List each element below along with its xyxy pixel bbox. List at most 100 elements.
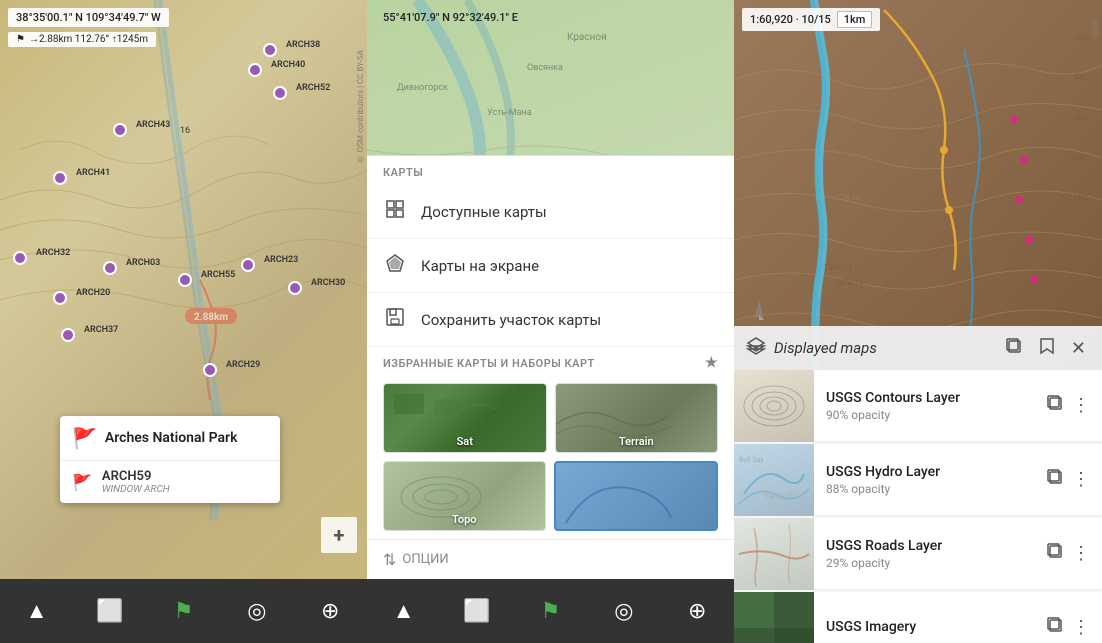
displayed-maps-menu-icon [383,253,407,278]
imagery-actions: ⋮ [1046,616,1102,639]
nav-info-1: ⚑ →2.88km 112.76° ↑1245m [8,32,156,47]
displayed-maps-text: Карты на экране [421,257,539,275]
layer-imagery: USGS Imagery ⋮ [734,592,1102,643]
imagery-copy-icon[interactable] [1046,616,1064,639]
popup-item[interactable]: 🚩 ARCH59 WINDOW ARCH [60,461,280,503]
scale-bar: 1:60,920 · 10/15 1km [742,8,880,31]
options-row[interactable]: ⇅ ОПЦИИ [367,539,734,579]
attribution-1: © OSM contributors | CC BY-SA [356,50,365,163]
panel2-map: Красноя Дивногорск Усть-Мана Овсянка 55°… [367,0,734,643]
toolbar-mountain-btn-1[interactable]: ▲ [17,591,57,631]
header-bookmark-icon[interactable] [1035,333,1059,364]
sat-thumb[interactable]: Sat [383,383,547,453]
maps-section-label: КАРТЫ [367,156,734,185]
options-text: ОПЦИИ [402,552,448,567]
hydro-actions: ⋮ [1046,468,1102,491]
save-area-item[interactable]: Сохранить участок карты [367,293,734,347]
toolbar-map-btn-1[interactable]: ⬜ [90,591,130,631]
roads-copy-icon[interactable] [1046,542,1064,565]
save-area-icon [383,307,407,332]
fav-section-label: ИЗБРАННЫЕ КАРТЫ И НАБОРЫ КАРТ ★ [367,347,734,375]
svg-text:2400: 2400 [1074,74,1090,82]
popup-item-subtitle: WINDOW ARCH [102,484,170,495]
map-thumb-4[interactable] [554,461,719,531]
terrain-thumb[interactable]: Terrain [555,383,719,453]
hydro-info: USGS Hydro Layer 88% opacity [814,464,1046,496]
imagery-more-icon[interactable]: ⋮ [1072,617,1090,638]
layer-contours: USGS Contours Layer 90% opacity ⋮ [734,370,1102,442]
toolbar-compass-btn-1[interactable]: ⊕ [310,591,350,631]
layer-roads: USGS Roads Layer 29% opacity ⋮ [734,518,1102,590]
hydro-opacity: 88% opacity [826,482,1034,496]
header-copy-icon[interactable] [1001,333,1027,364]
coordinates-bar-1: 38°35'00.1" N 109°34'49.7" W [8,8,169,27]
maps-menu-overlay: КАРТЫ Доступные карты Карты на экране [367,155,734,579]
popup-title-text: Arches National Park [105,430,238,446]
roads-thumb [734,518,814,590]
imagery-info: USGS Imagery [814,619,1046,637]
displayed-maps-header: Displayed maps ✕ [734,326,1102,370]
contours-copy-icon[interactable] [1046,394,1064,417]
options-expand-icon: ⇅ [383,550,396,569]
save-area-text: Сохранить участок карты [421,311,601,329]
toolbar-map-btn-2[interactable]: ⬜ [457,591,497,631]
svg-text:Bull Say: Bull Say [739,456,764,464]
contours-name: USGS Contours Layer [826,390,1034,406]
svg-text:Дивногорск: Дивногорск [397,83,448,93]
panel3-layers: ЦПК но ТЭПС-15 ТЭПС-15- 3600 2400 2000 6… [734,0,1102,643]
bottom-toolbar-1: ▲ ⬜ ⚑ ◎ ⊕ [0,579,367,643]
topo-thumb-label: Topo [384,513,545,526]
imagery-thumb [734,592,814,643]
roads-opacity: 29% opacity [826,556,1034,570]
contours-info: USGS Contours Layer 90% opacity [814,390,1046,422]
map-thumbnails-row2: Topo [367,461,734,539]
hydro-copy-icon[interactable] [1046,468,1064,491]
roads-more-icon[interactable]: ⋮ [1072,543,1090,564]
displayed-maps-item[interactable]: Карты на экране [367,239,734,293]
svg-text:Овсянка: Овсянка [527,63,563,73]
panel1-map: 2.88km ARCH38 ARCH40 ARCH52 ARCH43 16 AR… [0,0,367,643]
contours-opacity: 90% opacity [826,408,1034,422]
toolbar-mountain-btn-2[interactable]: ▲ [384,591,424,631]
svg-text:ЦПК но: ЦПК но [834,193,862,202]
roads-info: USGS Roads Layer 29% opacity [814,538,1046,570]
roads-name: USGS Roads Layer [826,538,1034,554]
map-thumbnails-row: Sat Terrain [367,375,734,461]
coords-text-1: 38°35'00.1" N 109°34'49.7" W [16,11,161,24]
toolbar-flag-btn-1[interactable]: ⚑ [163,591,203,631]
bottom-toolbar-2: ▲ ⬜ ⚑ ◎ ⊕ [367,579,734,643]
toolbar-target-btn-2[interactable]: ◎ [604,591,644,631]
layer-hydro: Bull Say ТЭПС-15 USGS Hydro Layer 88% op… [734,444,1102,516]
map-background-1: 2.88km [0,0,367,643]
popup-item-details: ARCH59 WINDOW ARCH [102,469,170,495]
scale-ratio: 1:60,920 · 10/15 [750,13,831,26]
roads-actions: ⋮ [1046,542,1102,565]
hydro-thumb: Bull Say ТЭПС-15 [734,444,814,516]
location-popup[interactable]: 🚩 Arches National Park 🚩 ARCH59 WINDOW A… [60,416,280,503]
svg-text:Усть-Мана: Усть-Мана [487,108,532,118]
hydro-name: USGS Hydro Layer [826,464,1034,480]
displayed-maps-title: Displayed maps [774,339,993,357]
contours-actions: ⋮ [1046,394,1102,417]
zoom-in-button[interactable]: + [321,517,357,553]
scale-km: 1km [837,11,873,28]
toolbar-target-btn-1[interactable]: ◎ [237,591,277,631]
attribution-3: USGS [1092,20,1100,38]
fav-star-icon[interactable]: ★ [705,355,718,371]
hydro-more-icon[interactable]: ⋮ [1072,469,1090,490]
available-maps-item[interactable]: Доступные карты [367,185,734,239]
svg-text:3600: 3600 [1074,34,1090,42]
header-close-icon[interactable]: ✕ [1067,334,1090,363]
coordinates-bar-2: 55°41'07.9" N 92°32'49.1" E [375,8,526,27]
topo-thumb[interactable]: Topo [383,461,546,531]
popup-item-name: ARCH59 [102,469,170,484]
sat-thumb-label: Sat [384,435,546,448]
svg-text:6480: 6480 [1074,154,1090,162]
toolbar-flag-btn-2[interactable]: ⚑ [530,591,570,631]
contours-more-icon[interactable]: ⋮ [1072,395,1090,416]
popup-flag-icon: 🚩 [72,426,97,450]
svg-text:14400: 14400 [1069,194,1089,202]
svg-text:Красноя: Красноя [567,32,607,43]
layers-icon [746,336,766,361]
toolbar-compass-btn-2[interactable]: ⊕ [677,591,717,631]
